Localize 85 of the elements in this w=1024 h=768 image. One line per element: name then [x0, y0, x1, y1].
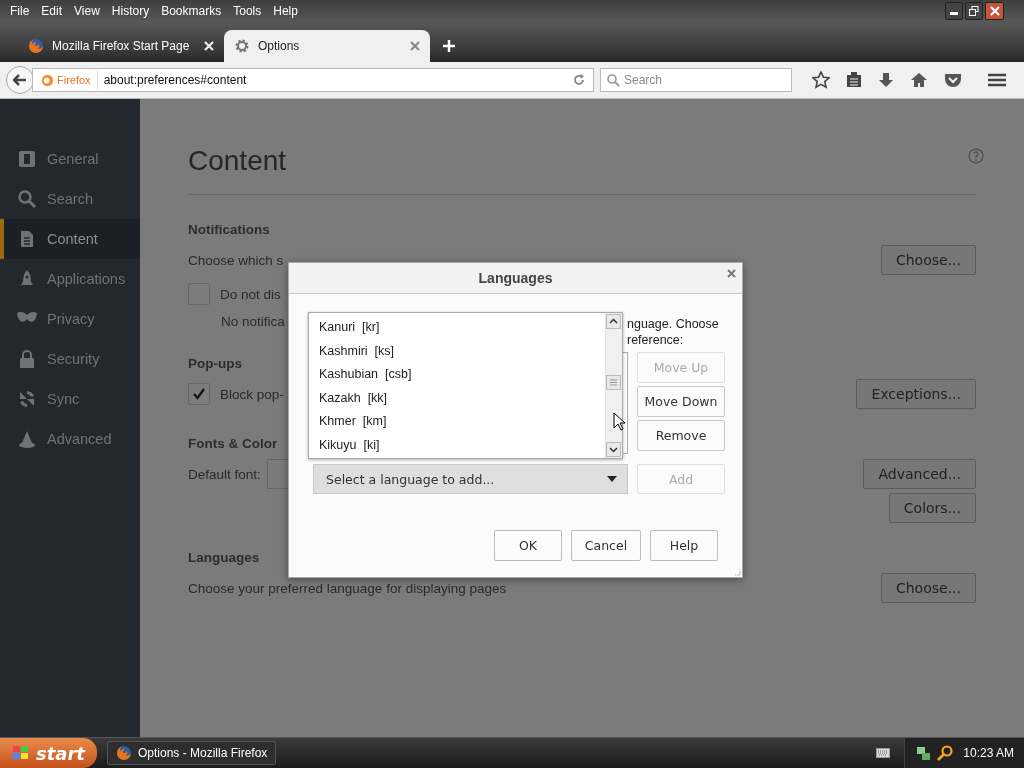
instruction-text: nguage. Choose reference: [627, 316, 720, 349]
reload-icon[interactable] [573, 74, 585, 86]
download-icon[interactable] [878, 72, 894, 88]
restore-button[interactable] [965, 2, 983, 20]
url-text: about:preferences#content [102, 73, 247, 87]
search-field[interactable]: Search [600, 68, 792, 92]
menu-item[interactable]: File [4, 4, 36, 18]
switch-icon [17, 149, 37, 169]
keyboard-icon[interactable] [876, 748, 891, 758]
settings-button[interactable]: Choose... [880, 573, 976, 603]
restore-icon [969, 6, 979, 16]
field-label: Default font: [188, 466, 261, 482]
settings-button[interactable]: Exceptions... [856, 379, 976, 409]
scroll-down-icon[interactable] [606, 442, 621, 457]
list-button[interactable]: Remove [637, 420, 725, 451]
dialog-button[interactable]: Cancel [571, 530, 641, 561]
page-title: Content [188, 144, 287, 178]
bookmark-star-icon[interactable] [812, 71, 830, 89]
menu-item[interactable]: Help [267, 4, 304, 18]
back-arrow-icon [13, 74, 27, 86]
wizard-hat-icon [17, 429, 37, 449]
menu-item[interactable]: View [68, 4, 106, 18]
windows-logo-icon [12, 745, 30, 761]
pocket-icon[interactable] [944, 72, 962, 88]
taskbar-button[interactable]: Options - Mozilla Firefox [107, 741, 277, 765]
menu-item[interactable]: History [105, 4, 156, 18]
dropdown-option[interactable]: Kashmiri [ks] [309, 339, 605, 363]
search-icon [607, 73, 620, 87]
home-icon[interactable] [910, 72, 928, 88]
description-text: Choose your preferred language for displaying pages [188, 580, 507, 596]
dropdown-option[interactable]: Kazakh [kk] [309, 386, 605, 410]
section-heading: Fonts & Color [188, 435, 278, 452]
close-icon [989, 6, 1000, 16]
menu-item[interactable]: Edit [35, 4, 69, 18]
dropdown-option[interactable]: Kanuri [kr] [309, 316, 605, 340]
sync-icon [17, 389, 37, 409]
scrollbar[interactable] [605, 313, 622, 458]
language-dropdown[interactable]: Select a language to add... [313, 464, 628, 494]
network-icon[interactable] [915, 745, 932, 761]
search-icon[interactable] [937, 745, 954, 761]
section-heading: Pop-ups [188, 355, 242, 372]
browser-tab[interactable]: Options [224, 30, 430, 62]
browser-tab[interactable]: Mozilla Firefox Start Page [18, 30, 224, 62]
dialog-button[interactable]: OK [494, 530, 562, 561]
section-heading: Languages [188, 549, 260, 566]
resize-grip-icon[interactable] [733, 568, 741, 576]
firefox-icon [28, 38, 44, 54]
dialog-button[interactable]: Help [650, 530, 718, 561]
list-button[interactable]: Move Down [637, 386, 725, 417]
settings-button[interactable]: Choose... [880, 245, 976, 275]
tab-title: Options [258, 39, 300, 53]
scroll-up-icon[interactable] [606, 314, 621, 329]
address-bar[interactable]: Firefox about:preferences#content [32, 68, 594, 92]
checkbox-label: Do not dis [220, 286, 281, 302]
section-heading: Notifications [188, 221, 270, 238]
dropdown-option[interactable]: Kashubian [csb] [309, 363, 605, 387]
menu-item[interactable]: Bookmarks [155, 4, 228, 18]
firefox-icon [116, 745, 132, 761]
firefox-icon [41, 73, 54, 87]
padlock-icon [17, 349, 37, 369]
settings-button[interactable]: Colors... [888, 493, 976, 523]
checkmark-icon [192, 387, 206, 401]
caret-icon [607, 476, 617, 482]
search-icon [17, 189, 37, 209]
bookmarks-list-icon[interactable] [846, 72, 862, 88]
sidebar-item[interactable]: Content [0, 219, 140, 259]
minimize-button[interactable] [945, 2, 963, 20]
close-button[interactable] [985, 2, 1004, 20]
note-text: No notifica [221, 313, 285, 329]
checkbox[interactable] [188, 383, 210, 405]
description-text: Choose which s [188, 252, 284, 268]
gear-icon [234, 38, 250, 54]
dropdown-option[interactable]: Khmer [km] [309, 410, 605, 434]
menu-item[interactable]: Tools [227, 4, 268, 18]
close-icon[interactable] [727, 269, 736, 278]
scroll-thumb[interactable] [606, 375, 621, 390]
clock-text: 10:23 AM [963, 746, 1014, 760]
settings-button[interactable]: Advanced... [863, 459, 976, 489]
new-tab-icon[interactable] [442, 39, 456, 53]
menu-icon[interactable] [988, 73, 1006, 87]
checkbox-label: Block pop- [220, 386, 284, 402]
dropdown-option[interactable]: Kikuyu [ki] [309, 433, 605, 457]
tab-title: Mozilla Firefox Start Page [52, 39, 190, 53]
dialog-title: Languages [478, 270, 553, 286]
back-button[interactable] [6, 66, 34, 94]
